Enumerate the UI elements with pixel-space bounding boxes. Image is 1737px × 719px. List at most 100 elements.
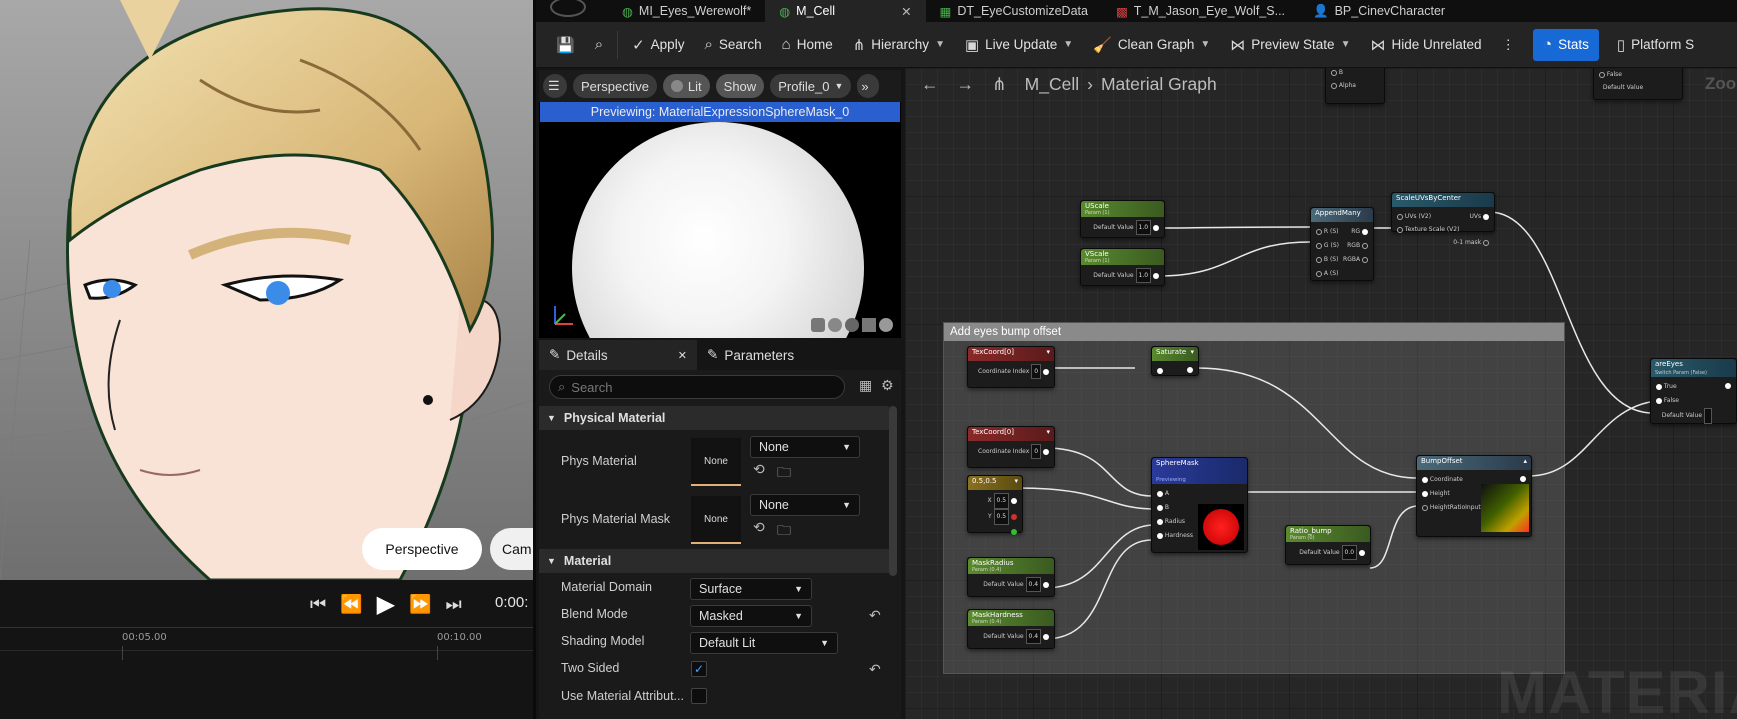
reset-to-default-icon[interactable]: ↶ [869, 608, 881, 624]
node-append-many[interactable]: AppendMany R (S) RG G (S) RGB B (S) RGBA… [1310, 207, 1374, 281]
browse-folder-icon[interactable]: 🗀 [777, 462, 791, 486]
level-viewport[interactable]: Perspective Cam [0, 0, 533, 580]
value-field[interactable]: 0 [1031, 364, 1042, 379]
menu-icon[interactable]: ☰ [543, 74, 567, 98]
preview-state-button[interactable]: ⋈ Preview State ▼ [1220, 29, 1360, 61]
close-icon[interactable]: ✕ [901, 4, 911, 19]
use-selected-icon[interactable]: ⟲ [753, 462, 765, 478]
browse-button[interactable]: ⌕ [585, 29, 613, 61]
step-back-icon[interactable]: ⏪ [340, 594, 362, 615]
stats-button[interactable]: ◔ Stats [1533, 28, 1599, 61]
save-button[interactable]: 💾 [546, 29, 585, 61]
node-saturate[interactable]: Saturate ▾ [1151, 346, 1199, 376]
chevron-down-icon: ▾ [1046, 428, 1050, 436]
gear-icon[interactable]: ⚙ [881, 378, 894, 394]
go-to-start-icon[interactable]: ⏮ [310, 594, 326, 615]
cylinder-icon[interactable] [811, 318, 825, 332]
chevron-down-icon: ▼ [842, 500, 851, 510]
value-field[interactable]: 0 [1031, 444, 1042, 459]
node-sphere-mask[interactable]: SphereMask Previewing A B Radius Hardness [1151, 457, 1248, 553]
go-to-end-icon[interactable]: ⏭ [446, 594, 462, 615]
pin-label: Hardness [1164, 532, 1194, 539]
node-are-eyes[interactable]: areEyes Switch Param (False) True False D… [1650, 358, 1737, 424]
search-button[interactable]: ⌕ Search [694, 29, 771, 61]
tab-bp-cinev-character[interactable]: 👤 BP_CinevCharacter [1299, 0, 1459, 22]
more-options-icon[interactable]: ⋮ [1492, 29, 1526, 61]
tab-details[interactable]: ✎ Details ✕ [539, 340, 697, 370]
material-domain-dropdown[interactable]: Surface ▼ [690, 578, 812, 600]
home-label: Home [796, 37, 833, 52]
value-field[interactable]: 0.5 [993, 493, 1010, 509]
checkbox[interactable] [1703, 408, 1712, 424]
teapot-icon[interactable] [879, 318, 893, 332]
play-icon[interactable]: ▶ [377, 590, 395, 618]
tab-m-cell[interactable]: ◍ M_Cell ✕ [765, 0, 926, 22]
node-scale-uvs-by-center[interactable]: ScaleUVsByCenter UVs (V2) UVs Texture Sc… [1391, 192, 1495, 246]
tab-parameters[interactable]: ✎ Parameters [697, 340, 804, 370]
use-selected-icon[interactable]: ⟲ [753, 520, 765, 536]
clean-graph-button[interactable]: 🧹 Clean Graph ▼ [1083, 29, 1220, 61]
preview-lit-button[interactable]: Lit [662, 74, 710, 98]
partial-node-top[interactable]: B Alpha [1325, 68, 1385, 104]
value-field[interactable]: 0.4 [1025, 629, 1042, 644]
sphere-icon[interactable] [828, 318, 842, 332]
partial-node-top-right[interactable]: False Default Value [1593, 68, 1683, 100]
close-icon[interactable]: ✕ [678, 349, 687, 362]
preview-show-button[interactable]: Show [715, 74, 765, 98]
node-mask-radius[interactable]: MaskRadius Param (0.4) Default Value 0.4 [967, 557, 1055, 597]
live-update-button[interactable]: ▣ Live Update ▼ [955, 29, 1083, 61]
hide-unrelated-button[interactable]: ⋈ Hide Unrelated [1360, 29, 1491, 61]
phys-material-thumbnail[interactable]: None [691, 438, 741, 486]
tab-mi-eyes-werewolf[interactable]: ◍ MI_Eyes_Werewolf* [608, 0, 765, 22]
phys-material-mask-thumbnail[interactable]: None [691, 496, 741, 544]
node-bump-offset[interactable]: BumpOffset ▴ Coordinate Height HeightRati… [1416, 455, 1532, 537]
value-field[interactable]: 0.5 [993, 509, 1010, 525]
expand-toolbar-icon[interactable]: » [857, 74, 880, 98]
preview-perspective-button[interactable]: Perspective [573, 74, 657, 98]
tab-dt-eye-customize-data[interactable]: ▦ DT_EyeCustomizeData [926, 0, 1102, 22]
details-search-input[interactable]: ⌕ Search [549, 375, 845, 399]
apply-icon: ✓ [632, 36, 645, 54]
step-forward-icon[interactable]: ⏩ [409, 594, 431, 615]
node-vscale[interactable]: VScale Param (1) Default Value 1.0 [1080, 248, 1165, 286]
table-view-icon[interactable]: ▦ [859, 378, 872, 394]
sphere-mask-preview [1198, 504, 1244, 550]
value-field[interactable]: 1.0 [1135, 268, 1152, 283]
blend-mode-dropdown[interactable]: Masked ▼ [690, 605, 812, 627]
platform-stats-button[interactable]: ▯ Platform S [1607, 29, 1704, 61]
hierarchy-button[interactable]: ⋔ Hierarchy ▼ [843, 29, 955, 61]
details-scrollbar[interactable] [889, 406, 897, 576]
value-field[interactable]: 0.0 [1341, 545, 1358, 560]
material-preview-viewport[interactable]: ☰ Perspective Lit Show Profile_0 ▼ » Prev… [539, 70, 901, 338]
node-ratio-bump[interactable]: Ratio_bump Param (0) Default Value 0.0 [1285, 525, 1371, 565]
node-texcoord-1[interactable]: TexCoord[0] ▾ Coordinate Index 0 [967, 346, 1055, 388]
shading-model-dropdown[interactable]: Default Lit ▼ [690, 632, 838, 654]
panel-divider[interactable] [533, 0, 536, 719]
browse-folder-icon[interactable]: 🗀 [777, 520, 791, 544]
use-material-attributes-checkbox[interactable] [691, 688, 707, 704]
preview-profile-dropdown[interactable]: Profile_0 ▼ [770, 74, 852, 98]
plane-icon[interactable] [845, 318, 859, 332]
node-mask-hardness[interactable]: MaskHardness Param (0.4) Default Value 0.… [967, 609, 1055, 649]
perspective-button[interactable]: Perspective [362, 528, 482, 570]
two-sided-checkbox[interactable]: ✓ [691, 661, 707, 677]
node-constant-vector[interactable]: 0.5,0.5 ▾ X 0.5 Y 0.5 [967, 475, 1023, 535]
cube-icon[interactable] [862, 318, 876, 332]
phys-material-mask-dropdown[interactable]: None ▼ [750, 494, 860, 516]
value-field[interactable]: 1.0 [1135, 220, 1152, 235]
pin-label: RG [1351, 228, 1361, 235]
section-material[interactable]: ▼ Material [539, 549, 889, 573]
reset-to-default-icon[interactable]: ↶ [869, 662, 881, 678]
home-button[interactable]: ⌂ Home [772, 29, 843, 61]
tab-t-m-jason-eye[interactable]: ▩ T_M_Jason_Eye_Wolf_S... [1102, 0, 1299, 22]
apply-button[interactable]: ✓ Apply [622, 29, 694, 61]
material-graph-canvas[interactable]: ← → ⋔ M_Cell › Material Graph Zoo Add ey… [905, 68, 1737, 719]
node-uscale[interactable]: UScale Param (1) Default Value 1.0 [1080, 200, 1165, 238]
asset-tab-bar: ◍ MI_Eyes_Werewolf* ◍ M_Cell ✕ ▦ DT_EyeCusto… [536, 0, 1737, 22]
phys-material-dropdown[interactable]: None ▼ [750, 436, 860, 458]
node-texcoord-2[interactable]: TexCoord[0] ▾ Coordinate Index 0 [967, 426, 1055, 468]
camera-button[interactable]: Cam [490, 528, 533, 570]
value-field[interactable]: 0.4 [1025, 577, 1042, 592]
section-physical-material[interactable]: ▼ Physical Material [539, 406, 889, 430]
unreal-logo[interactable] [536, 0, 608, 22]
